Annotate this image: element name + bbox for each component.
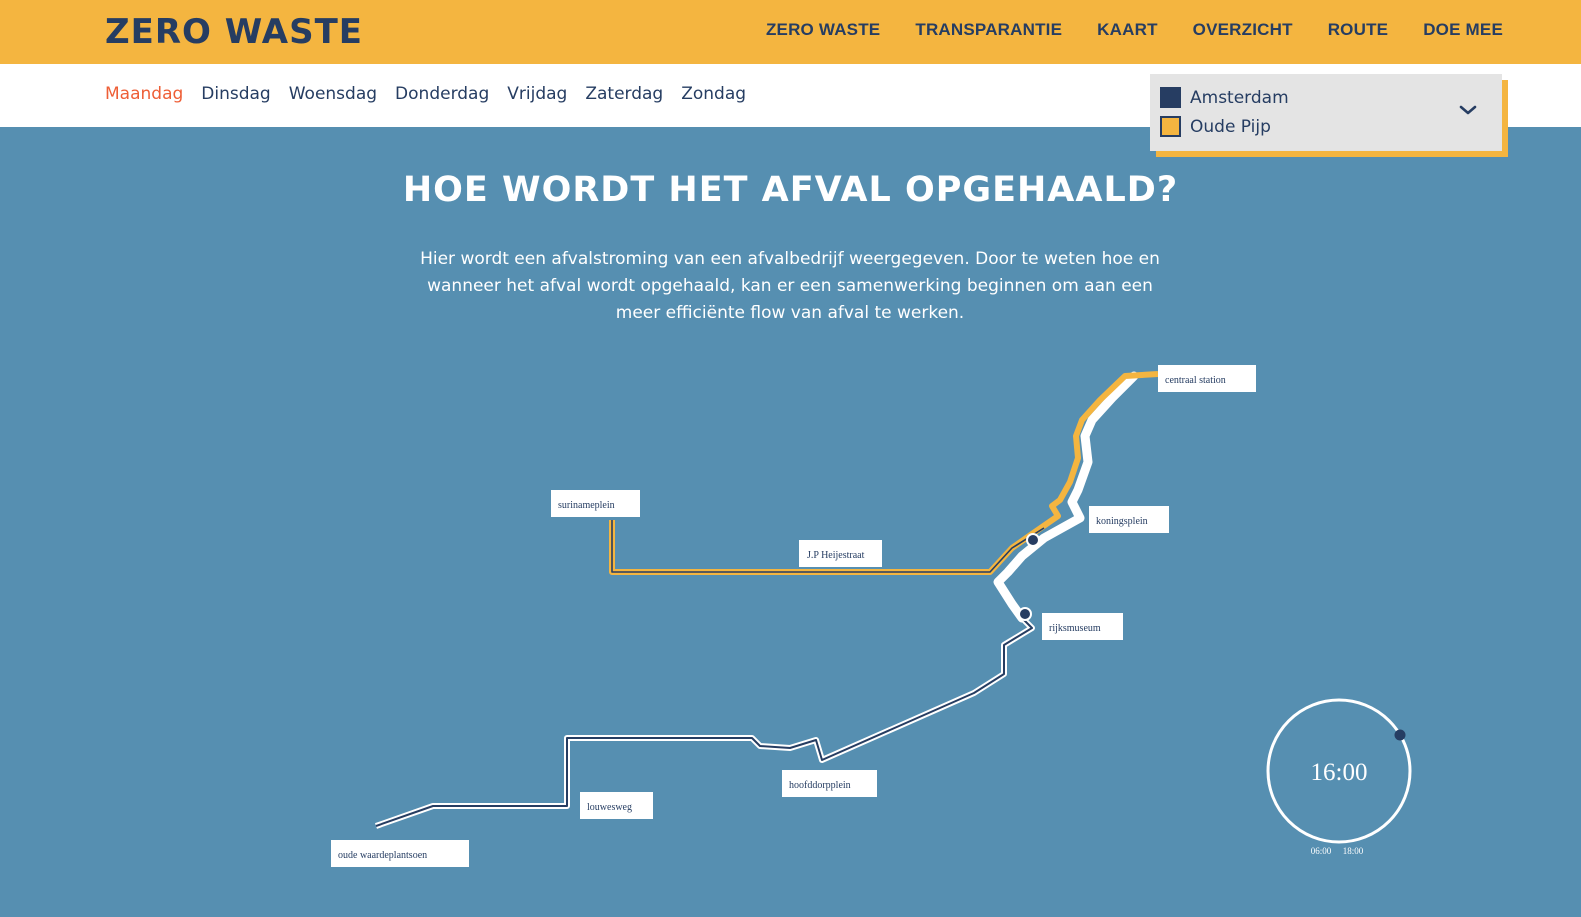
place-label: oude waardeplantsoen [338,850,427,861]
label-koningsplein[interactable]: koningsplein [1089,506,1169,533]
stop-marker[interactable] [1026,533,1040,547]
clock-start-label: 06:00 [1311,846,1332,856]
place-label: koningsplein [1096,516,1148,527]
clock-handle[interactable] [1394,729,1406,741]
label-rijksmuseum[interactable]: rijksmuseum [1042,613,1123,640]
place-label: surinameplein [558,500,615,511]
place-label: rijksmuseum [1049,623,1101,634]
clock-end-label: 18:00 [1343,846,1364,856]
time-clock[interactable]: 16:00 06:00 18:00 [1266,698,1412,856]
place-label: louwesweg [587,802,632,813]
label-centraal-station[interactable]: centraal station [1158,365,1256,392]
label-oude-waardeplantsoen[interactable]: oude waardeplantsoen [331,840,469,867]
route-amsterdam-outline [993,371,1139,623]
label-heijestraat[interactable]: J.P Heijestraat [799,540,882,567]
route-map: centraal station surinameplein J.P Heije… [331,365,1412,867]
route-oude-pijp [609,371,1159,575]
route-south [375,617,1033,827]
place-label: hoofddorpplein [789,780,851,791]
route-south-casing [375,615,1035,829]
place-label: J.P Heijestraat [807,550,865,561]
stop-marker[interactable] [1018,607,1032,621]
label-hoofddorpplein[interactable]: hoofddorpplein [782,770,877,797]
label-louwesweg[interactable]: louwesweg [580,792,653,819]
place-label: centraal station [1165,375,1226,386]
clock-time: 16:00 [1311,759,1368,786]
label-surinameplein[interactable]: surinameplein [551,490,640,517]
